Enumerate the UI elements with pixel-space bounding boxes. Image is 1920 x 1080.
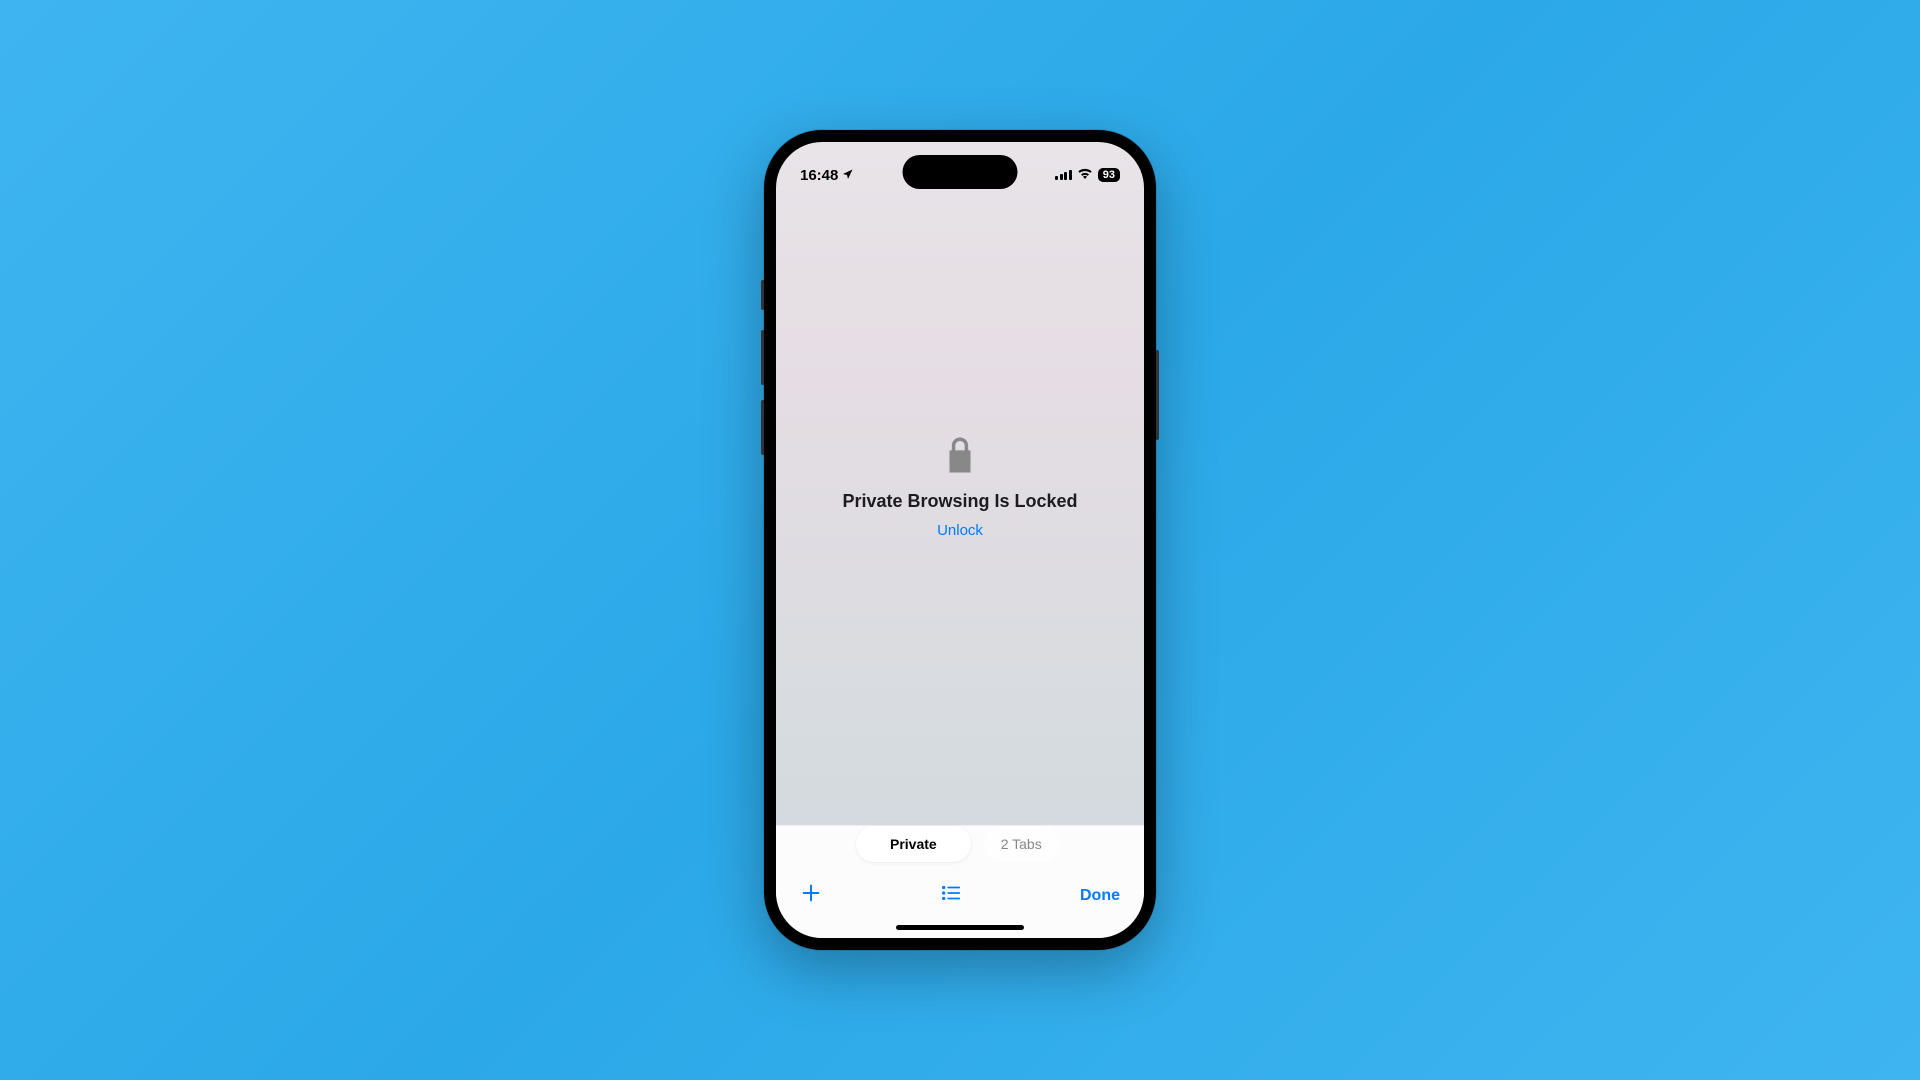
cellular-signal-icon — [1055, 170, 1072, 180]
tab-groups-list-button[interactable] — [940, 882, 962, 909]
home-indicator[interactable] — [896, 925, 1024, 930]
toolbar: Done — [776, 870, 1144, 915]
status-bar-left: 16:48 — [800, 167, 854, 184]
battery-level-badge: 93 — [1098, 168, 1120, 182]
new-tab-button[interactable] — [800, 882, 822, 909]
power-button — [1156, 350, 1159, 440]
lock-icon — [946, 437, 974, 473]
tab-group-tabs[interactable]: 2 Tabs — [983, 826, 1060, 862]
volume-up-button — [761, 330, 764, 385]
locked-title: Private Browsing Is Locked — [842, 491, 1077, 512]
location-icon — [842, 167, 854, 184]
dynamic-island — [903, 155, 1018, 189]
unlock-button[interactable]: Unlock — [937, 522, 983, 539]
main-content: Private Browsing Is Locked Unlock — [776, 190, 1144, 825]
silent-switch — [761, 280, 764, 310]
phone-device-frame: 16:48 93 — [764, 130, 1156, 950]
volume-down-button — [761, 400, 764, 455]
bottom-bar: Private 2 Tabs Done — [776, 825, 1144, 938]
status-time: 16:48 — [800, 167, 838, 184]
phone-screen: 16:48 93 — [776, 142, 1144, 938]
status-bar-right: 93 — [1055, 166, 1120, 184]
done-button[interactable]: Done — [1080, 887, 1120, 905]
tab-group-selector[interactable]: Private 2 Tabs — [776, 826, 1144, 870]
tab-group-private[interactable]: Private — [856, 826, 971, 862]
wifi-icon — [1077, 166, 1093, 184]
